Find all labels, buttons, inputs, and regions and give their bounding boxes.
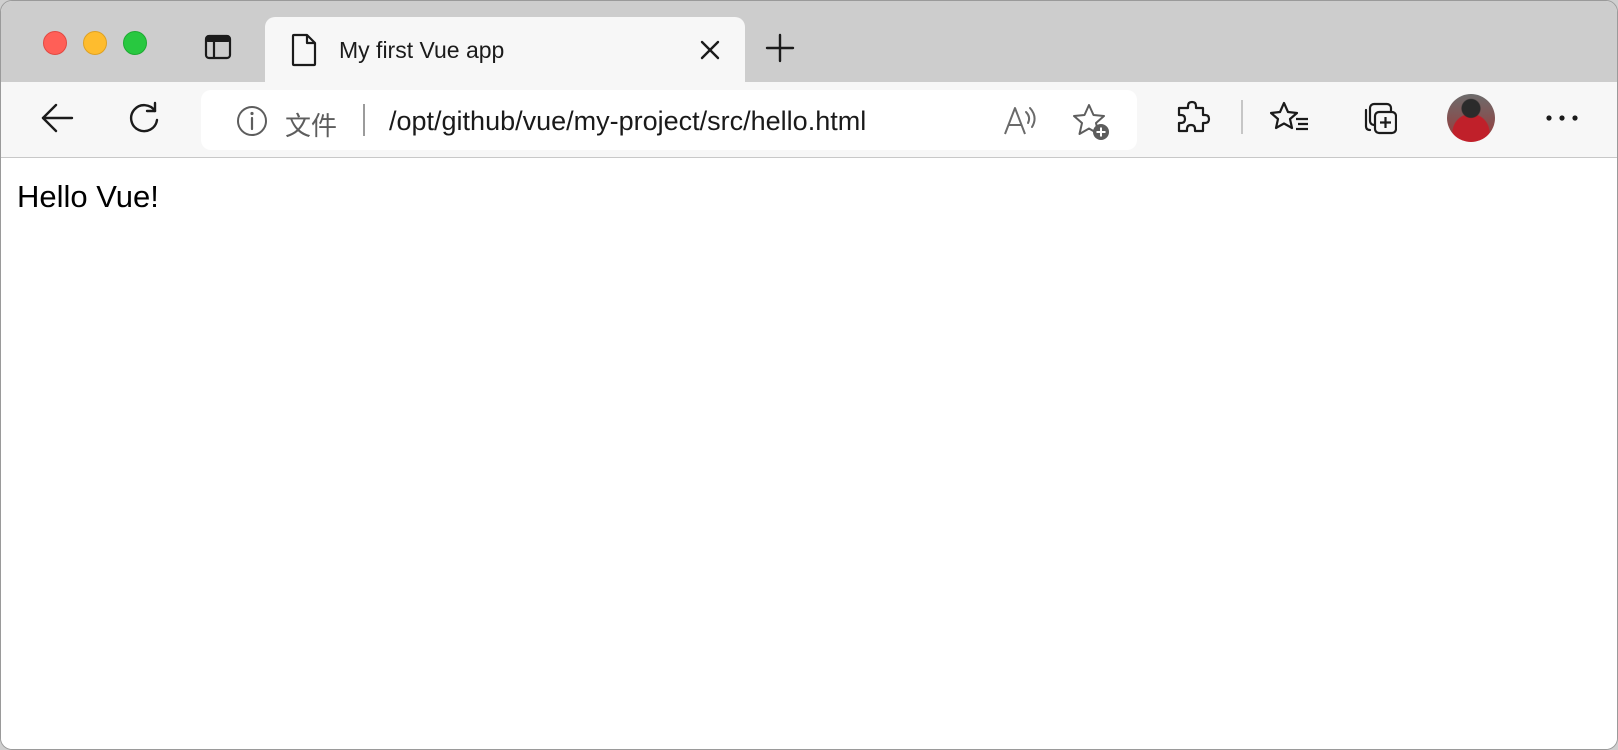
address-bar[interactable]: 文件 /opt/github/vue/my-project/src/hello.… — [201, 90, 1137, 150]
url-scheme-label: 文件 — [285, 112, 338, 142]
tab-close-button[interactable] — [697, 37, 723, 63]
reload-icon — [130, 101, 159, 133]
favorites-button[interactable] — [1269, 98, 1311, 138]
toolbar-separator — [1241, 100, 1243, 134]
window-close-button[interactable] — [43, 31, 67, 55]
address-separator — [363, 104, 365, 136]
collections-icon — [1364, 102, 1397, 135]
tab-active[interactable]: My first Vue app — [265, 17, 745, 82]
reload-button[interactable] — [124, 98, 164, 138]
collections-button[interactable] — [1359, 98, 1399, 138]
toolbar: 文件 /opt/github/vue/my-project/src/hello.… — [1, 82, 1617, 158]
info-icon[interactable] — [235, 104, 269, 138]
hello-text: Hello Vue! — [17, 179, 159, 214]
tab-actions-icon — [204, 34, 232, 60]
tab-title: My first Vue app — [339, 37, 505, 63]
new-tab-button[interactable] — [763, 31, 797, 65]
add-favorite-icon[interactable] — [1071, 102, 1111, 142]
plus-icon — [765, 33, 795, 63]
page-content: Hello Vue! — [1, 159, 1617, 749]
page-icon — [291, 33, 317, 67]
more-button[interactable] — [1539, 98, 1585, 138]
extensions-icon — [1177, 100, 1211, 133]
window-minimize-button[interactable] — [83, 31, 107, 55]
tab-strip: My first Vue app — [1, 1, 1617, 82]
avatar[interactable] — [1447, 94, 1495, 142]
favorites-icon — [1270, 101, 1308, 131]
browser-window: My first Vue app 文件 /opt/github/vue/my-p… — [0, 0, 1618, 750]
more-icon — [1546, 115, 1578, 121]
back-button[interactable] — [37, 98, 77, 138]
read-aloud-icon[interactable] — [1001, 102, 1039, 140]
window-maximize-button[interactable] — [123, 31, 147, 55]
extensions-button[interactable] — [1173, 98, 1213, 138]
tab-actions-button[interactable] — [203, 32, 233, 62]
url-text[interactable]: /opt/github/vue/my-project/src/hello.htm… — [389, 106, 866, 137]
close-icon — [700, 40, 720, 60]
back-icon — [41, 103, 74, 133]
